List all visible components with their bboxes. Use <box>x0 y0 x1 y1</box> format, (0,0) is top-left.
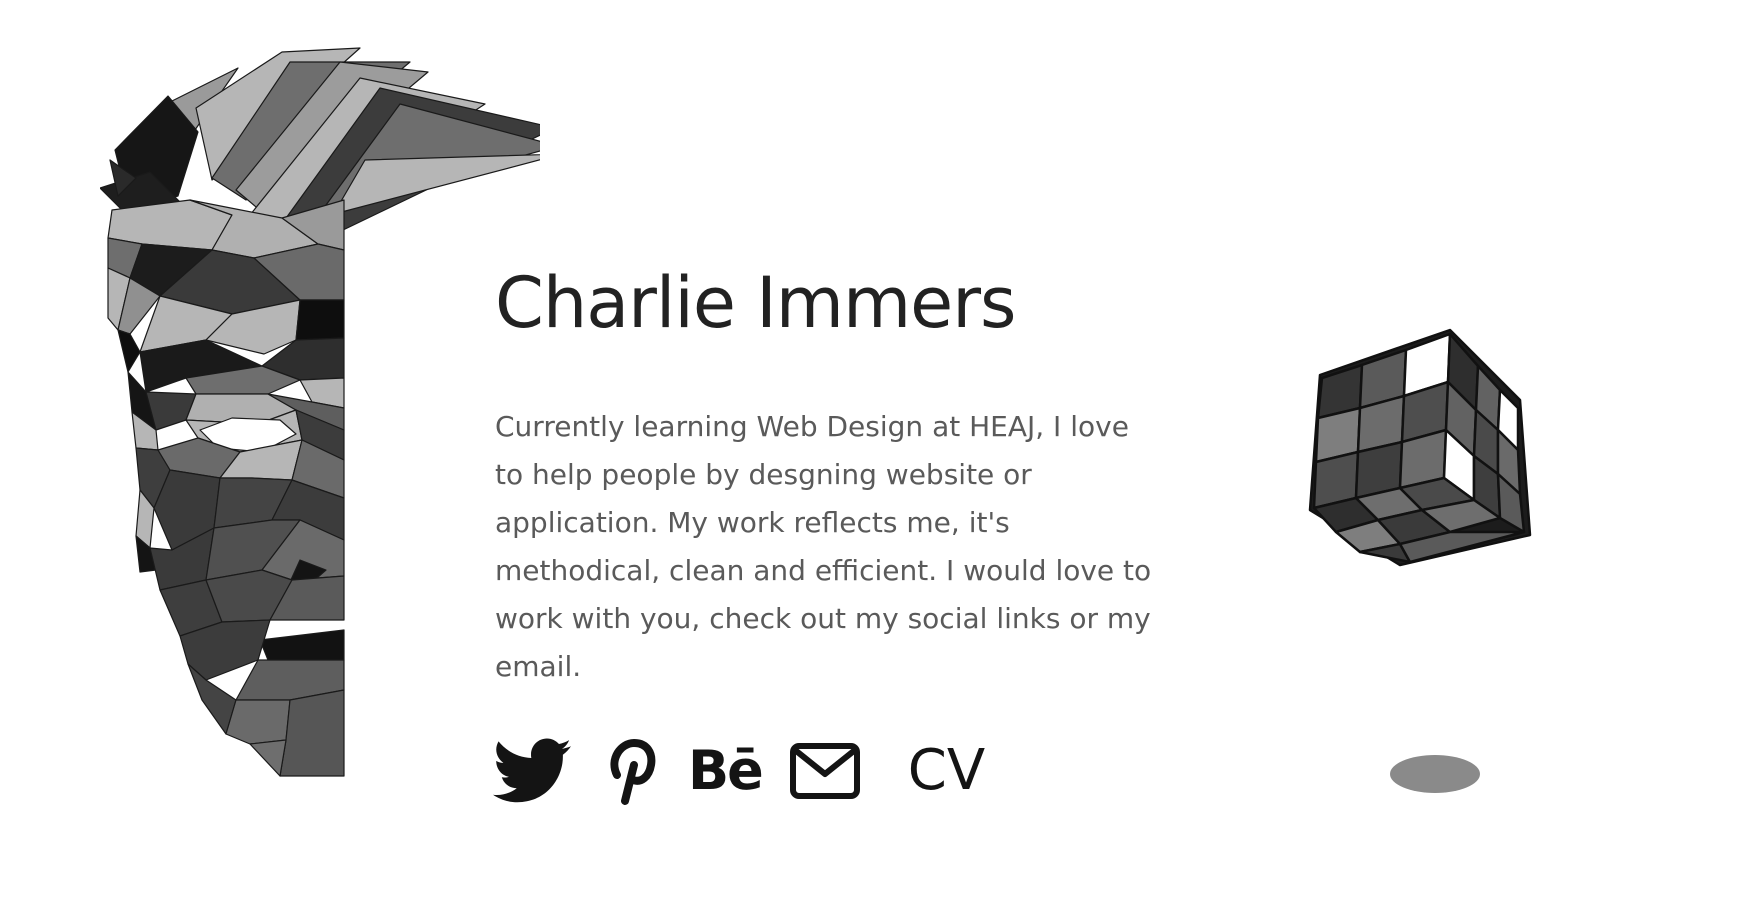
page: Charlie Immers Currently learning Web De… <box>0 0 1743 905</box>
lowpoly-portrait-illustration <box>100 47 540 777</box>
bio-text: Currently learning Web Design at HEAJ, I… <box>495 410 1152 683</box>
pinterest-icon <box>610 738 656 805</box>
behance-link[interactable]: Bē <box>688 744 764 798</box>
cube-shadow <box>1390 755 1480 793</box>
rubiks-cube-illustration <box>1308 328 1532 567</box>
cv-link[interactable]: CV <box>908 743 985 799</box>
social-links: Bē CV <box>492 735 985 807</box>
page-title: Charlie Immers <box>495 262 1016 344</box>
envelope-icon <box>789 743 860 799</box>
twitter-link[interactable] <box>492 738 572 804</box>
email-link[interactable] <box>788 742 862 800</box>
pinterest-link[interactable] <box>602 735 658 807</box>
twitter-icon <box>493 738 571 803</box>
